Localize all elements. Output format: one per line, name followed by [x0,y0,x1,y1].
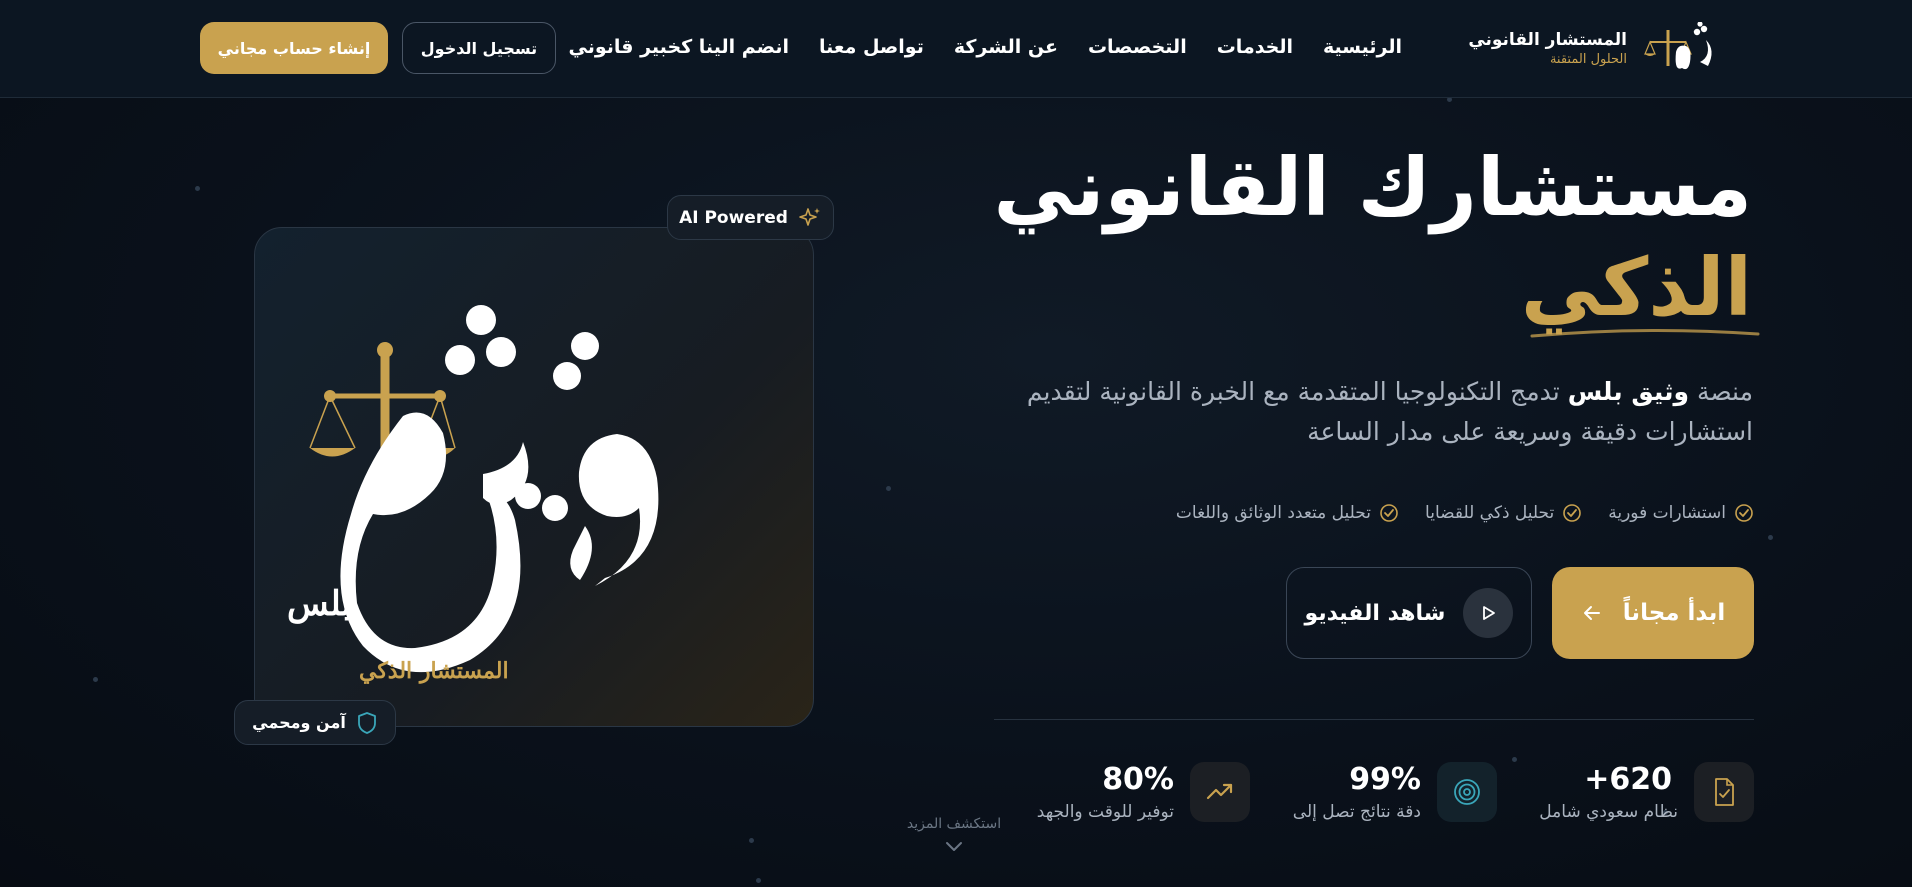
watch-video-label: شاهد الفيديو [1304,600,1446,626]
brand-logo-icon [1644,22,1712,70]
stats-divider [994,719,1754,720]
scroll-hint[interactable]: استكشف المزيد [895,816,1013,858]
hero-description: منصة وثيق بلس تدمج التكنولوجيا المتقدمة … [1013,372,1753,452]
nav-link-about[interactable]: عن الشركة [954,36,1058,58]
feature-label: تحليل متعدد الوثائق واللغات [1175,503,1372,523]
hero-title-highlight: الذكي [993,238,1760,338]
nav-link-home[interactable]: الرئيسية [1323,36,1402,58]
feature-label: استشارات فورية [1608,503,1726,523]
scroll-hint-label: استكشف المزيد [906,816,1002,832]
decorative-dot [93,677,98,682]
decorative-dot [756,878,761,883]
ai-powered-label: AI Powered [679,207,788,228]
stat-icon-box [1694,762,1754,822]
desc-prefix: منصة [1689,377,1753,406]
logo-name: المستشار القانوني [1468,30,1627,50]
stat-value: 80% [1102,762,1174,797]
nav-link-services[interactable]: الخدمات [1217,36,1293,58]
secure-label: آمن ومحمي [252,713,346,732]
start-free-button[interactable]: ابدأ مجاناً [1552,567,1754,659]
start-free-label: ابدأ مجاناً [1622,600,1726,626]
hero-title-line1: مستشارك القانوني [993,141,1752,234]
stat-label: توفير للوقت والجهد [1036,802,1174,822]
ai-powered-badge: AI Powered [667,195,834,240]
hero-headline: مستشارك القانوني الذكي [993,138,1760,338]
feature-item: استشارات فورية [1608,503,1754,523]
trending-up-icon [1206,783,1233,800]
nav-link-specialties[interactable]: التخصصات [1088,36,1187,58]
watch-video-button[interactable]: شاهد الفيديو [1286,567,1532,659]
decorative-dot [1512,757,1517,762]
play-icon [1483,606,1496,620]
desc-brand: وثيق بلس [1567,377,1690,406]
stat-icon-box [1437,762,1497,822]
chevron-down-icon [946,842,962,851]
check-circle-icon [1563,504,1582,522]
feature-item: تحليل ذكي للقضايا [1425,503,1582,523]
stat-value: +620 [1584,762,1672,797]
title-underline-decoration [1530,328,1760,338]
signup-button[interactable]: إنشاء حساب مجاني [200,22,388,74]
feature-label: تحليل ذكي للقضايا [1425,503,1555,523]
brand-showcase-card: بلس المستشار الذكي [254,227,814,727]
check-circle-icon [1735,504,1753,522]
arrow-left-icon [1583,606,1600,620]
shield-icon [357,711,376,734]
top-navigation-bar: المستشار القانوني الحلول المتقنة الرئيسي… [0,0,1912,98]
feature-list: استشارات فورية تحليل ذكي للقضايا تحليل م… [1176,503,1754,523]
stat-item: +620 نظام سعودي شامل [1539,762,1754,832]
logo-tagline: الحلول المتقنة [1549,52,1627,67]
document-check-icon [1715,778,1734,806]
decorative-dot [195,186,200,191]
site-logo[interactable]: المستشار القانوني الحلول المتقنة [1462,20,1722,80]
feature-item: تحليل متعدد الوثائق واللغات [1176,503,1399,523]
brand-subtitle: المستشار الذكي [359,658,509,684]
secure-badge: آمن ومحمي [234,700,396,745]
hero-title-line2: الذكي [1520,241,1752,334]
decorative-dot [1768,535,1773,540]
stat-label: دقة نتائج تصل إلى [1292,802,1421,822]
login-button[interactable]: تسجيل الدخول [402,22,556,74]
stat-item: 99% دقة نتائج تصل إلى [1287,762,1497,832]
nav-link-join-expert[interactable]: انضم الينا كخبير قانوني [569,36,789,58]
main-nav: الرئيسية الخدمات التخصصات عن الشركة تواص… [569,36,1402,58]
check-circle-icon [1380,504,1398,522]
decorative-dot [886,486,891,491]
brand-plus-text: بلس [287,584,352,624]
sparkles-icon [799,207,820,226]
nav-link-contact[interactable]: تواصل معنا [819,36,924,58]
stat-label: نظام سعودي شامل [1539,802,1678,822]
target-icon [1454,779,1480,805]
stat-item: 80% توفير للوقت والجهد [1036,762,1250,832]
stat-icon-box [1190,762,1250,822]
stat-value: 99% [1349,762,1421,797]
brand-artwork [309,305,659,673]
decorative-dot [749,838,754,843]
play-button-circle [1463,588,1514,638]
